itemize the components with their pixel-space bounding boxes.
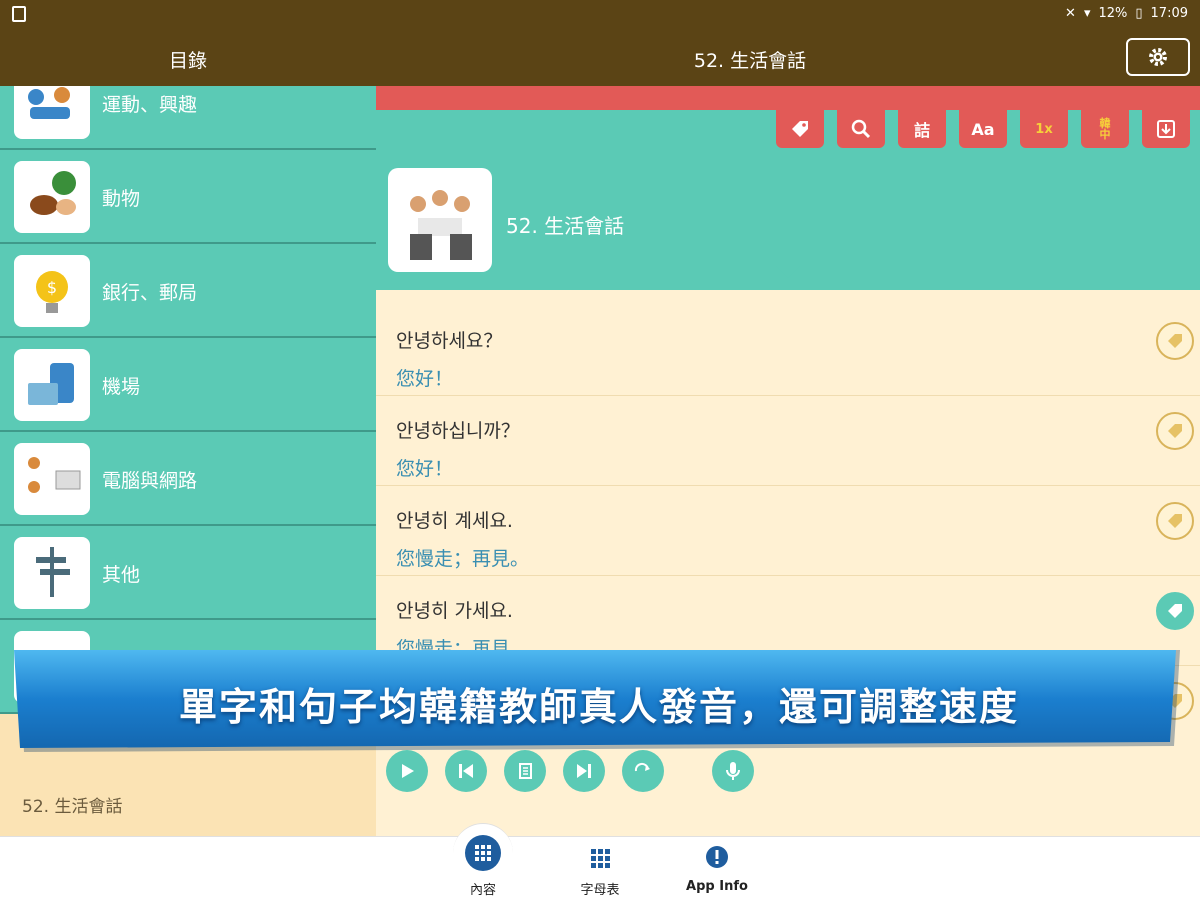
- category-label: 其他: [102, 564, 141, 586]
- previous-button[interactable]: [445, 750, 487, 792]
- font-size-button[interactable]: Aa: [959, 110, 1007, 148]
- repeat-icon: [634, 762, 650, 772]
- search-button[interactable]: [837, 110, 885, 148]
- clock: 17:09: [1150, 6, 1188, 21]
- battery-level: 12%: [1098, 6, 1128, 21]
- category-item-bank[interactable]: $ 銀行、郵局: [0, 244, 376, 338]
- category-item-airport[interactable]: 機場: [0, 338, 376, 432]
- chinese-translation: 您好！: [396, 458, 454, 480]
- status-bar: ✕ ▾ 12% ▯ 17:09: [0, 0, 1200, 30]
- animals-illustration: [14, 161, 90, 233]
- lesson-header: 詰 Aa 1x 韓 中 52. 生活會話: [376, 110, 1200, 290]
- chinese-translation: 您慢走；再見。: [396, 548, 530, 570]
- korean-sentence: 안녕히 계세요.: [396, 510, 513, 532]
- info-icon: [706, 846, 728, 868]
- category-item-animals[interactable]: 動物: [0, 150, 376, 244]
- header-pointer: [776, 266, 800, 278]
- sentence-row[interactable]: 안녕하십니까？ 您好！: [376, 396, 1200, 486]
- bank-illustration: $: [14, 255, 90, 327]
- bookmark-button[interactable]: [1156, 412, 1194, 450]
- status-right: ✕ ▾ 12% ▯ 17:09: [1065, 6, 1188, 21]
- svg-text:$: $: [47, 278, 57, 297]
- speed-button[interactable]: 1x: [1020, 110, 1068, 148]
- skip-forward-icon: [577, 764, 591, 778]
- signpost-illustration: [14, 537, 90, 609]
- bookmark-button[interactable]: [1156, 502, 1194, 540]
- nav-label: 字母表: [580, 883, 620, 898]
- tag-icon: [1168, 604, 1182, 618]
- category-label: 機場: [102, 376, 141, 398]
- skip-back-icon: [459, 764, 473, 778]
- next-button[interactable]: [563, 750, 605, 792]
- grid-icon: [465, 835, 501, 871]
- nav-item-contents[interactable]: 內容: [428, 835, 538, 900]
- korean-sentence: 안녕히 가세요.: [396, 600, 513, 622]
- transcript-button[interactable]: [504, 750, 546, 792]
- play-button[interactable]: [386, 750, 428, 792]
- settings-button[interactable]: [1126, 38, 1190, 76]
- download-button[interactable]: [1142, 110, 1190, 148]
- tag-icon: [792, 121, 808, 137]
- play-icon: [402, 764, 414, 778]
- sentence-row[interactable]: 안녕하세요？ 您好！: [376, 306, 1200, 396]
- conversation-illustration: [388, 168, 492, 272]
- banner-text: 單字和句子均韓籍教師真人發音，還可調整速度: [178, 685, 1019, 729]
- korean-sentence: 안녕하십니까？: [396, 420, 520, 442]
- tag-icon: [1168, 424, 1182, 438]
- language-toggle-button[interactable]: 韓 中: [1081, 110, 1129, 148]
- sentence-row[interactable]: 안녕히 계세요. 您慢走；再見。: [376, 486, 1200, 576]
- sports-illustration: [14, 86, 90, 139]
- tag-icon: [1168, 514, 1182, 528]
- category-label: 運動、興趣: [102, 94, 198, 116]
- lesson-header-title: 52. 生活會話: [693, 50, 807, 72]
- top-bar: 目錄 52. 生活會話: [0, 30, 1200, 86]
- repeat-button[interactable]: [622, 750, 664, 792]
- korean-sentence: 안녕하세요？: [396, 330, 503, 352]
- vocabulary-button[interactable]: 詰: [898, 110, 946, 148]
- bookmark-tag-button[interactable]: [776, 110, 824, 148]
- airport-illustration: [14, 349, 90, 421]
- mute-icon: ✕: [1065, 6, 1076, 21]
- record-button[interactable]: [712, 750, 754, 792]
- category-label: 電腦與網路: [102, 470, 198, 492]
- battery-icon: ▯: [1135, 6, 1143, 21]
- tag-icon: [1168, 334, 1182, 348]
- chinese-translation: 您好！: [396, 368, 454, 390]
- accent-bar: [376, 86, 1200, 110]
- category-item-others[interactable]: 其他: [0, 526, 376, 620]
- bookmark-button-active[interactable]: [1156, 592, 1194, 630]
- category-label: 動物: [102, 188, 141, 210]
- nav-label: App Info: [686, 879, 748, 894]
- nav-item-app-info[interactable]: App Info: [662, 837, 772, 900]
- document-icon: [519, 763, 532, 779]
- lesson-title: 52. 生活會話: [506, 214, 625, 238]
- promo-banner: 單字和句子均韓籍教師真人發音，還可調整速度: [14, 650, 1184, 752]
- contents-title: 目錄: [168, 50, 207, 72]
- category-item-sports[interactable]: 運動、興趣: [0, 86, 376, 150]
- search-icon: [851, 119, 871, 139]
- category-label: 銀行、郵局: [102, 282, 198, 304]
- bottom-navigation: 內容 字母表 App Info: [0, 823, 1200, 900]
- nav-label: 內容: [469, 883, 496, 898]
- korean-chinese-icon: 韓 中: [1099, 117, 1111, 141]
- current-lesson-label: 52. 生活會話: [22, 797, 123, 817]
- computer-illustration: [14, 443, 90, 515]
- microphone-icon: [726, 762, 740, 780]
- vocabulary-icon: 詰: [913, 121, 930, 140]
- signal-icon: ▾: [1083, 6, 1091, 21]
- nav-item-alphabet[interactable]: 字母表: [545, 837, 655, 900]
- download-icon: [1157, 120, 1175, 138]
- category-item-computer[interactable]: 電腦與網路: [0, 432, 376, 526]
- gallery-icon: [12, 6, 26, 22]
- bookmark-button[interactable]: [1156, 322, 1194, 360]
- alphabet-grid-icon: [591, 849, 610, 868]
- gear-icon: [1149, 48, 1167, 66]
